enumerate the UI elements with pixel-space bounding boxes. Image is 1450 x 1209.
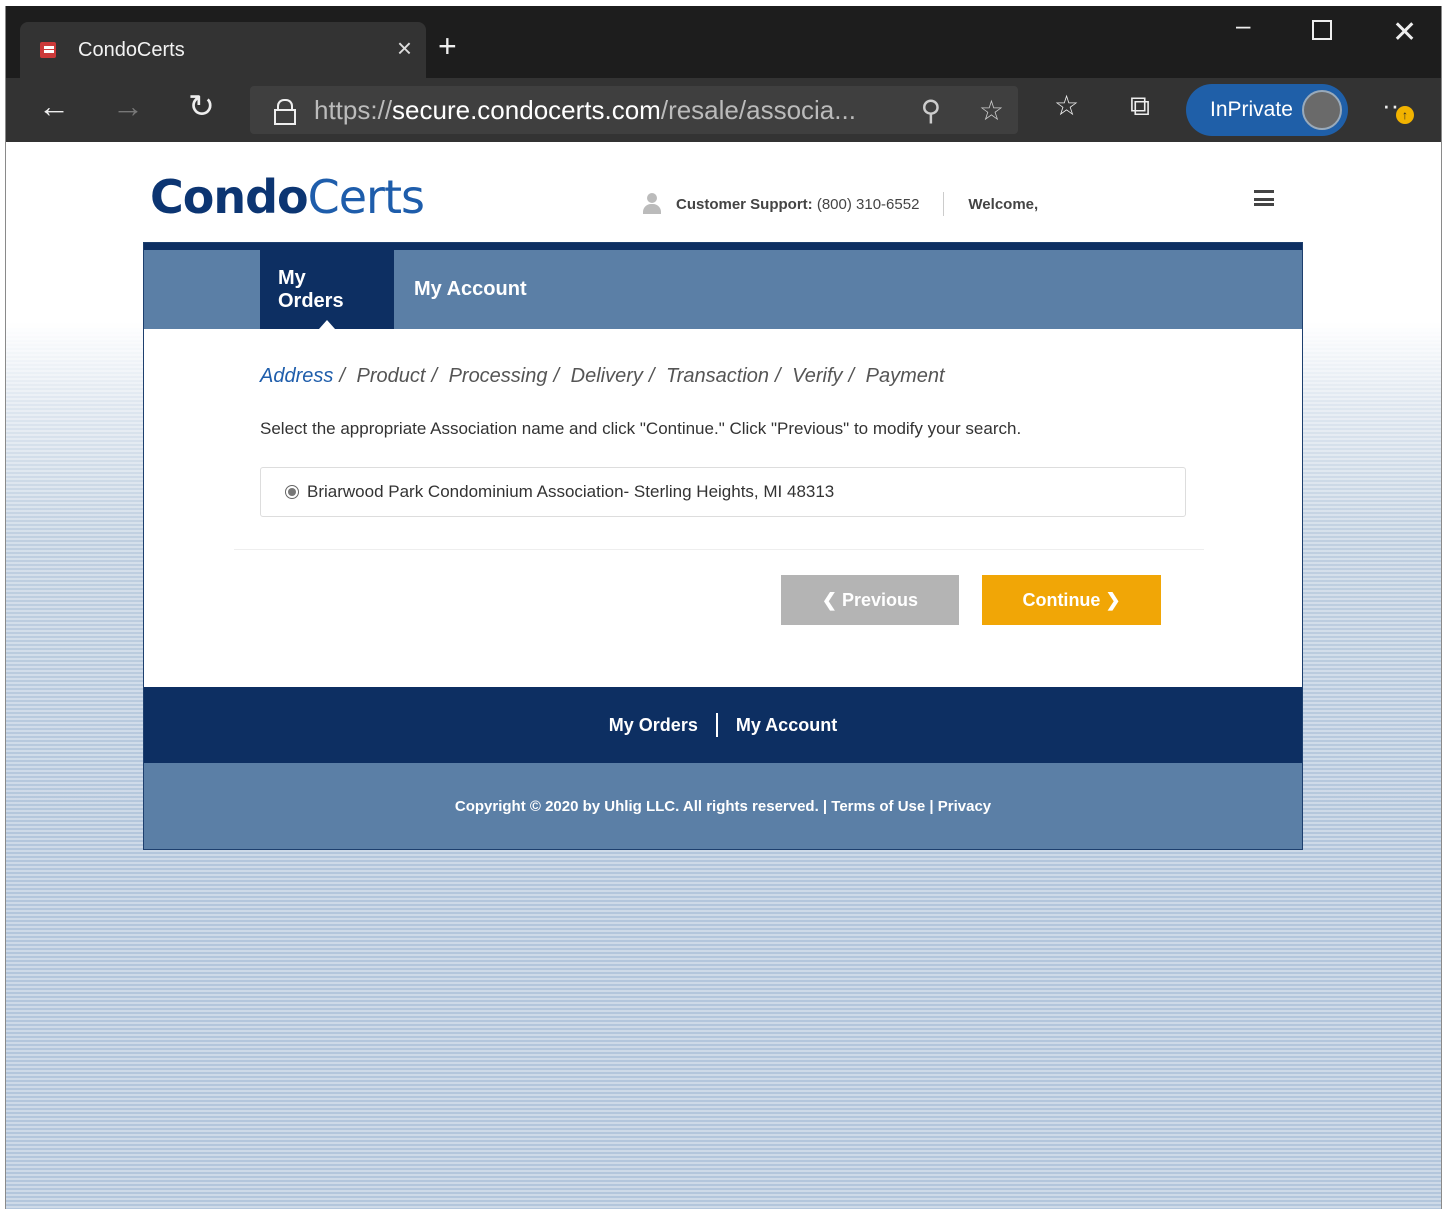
nav-my-orders[interactable]: My Orders bbox=[260, 250, 394, 329]
content-divider bbox=[234, 549, 1204, 550]
step-delivery: Delivery bbox=[570, 365, 643, 387]
inprivate-label: InPrivate bbox=[1210, 98, 1293, 121]
order-content: Address / Product / Processing / Delivery / … bbox=[144, 329, 1302, 687]
lock-icon bbox=[274, 99, 296, 125]
association-radio[interactable] bbox=[285, 485, 299, 499]
footer-divider bbox=[715, 713, 718, 737]
title-bar: CondoCerts × + – ✕ bbox=[6, 6, 1441, 78]
main-panel: My Orders My Account Address / Product / P… bbox=[143, 242, 1303, 850]
step-product: Product bbox=[356, 365, 426, 387]
order-steps-breadcrumb: Address / Product / Processing / Delivery / … bbox=[260, 365, 945, 387]
header-divider bbox=[943, 192, 945, 216]
zoom-icon[interactable]: ⚲ bbox=[921, 95, 942, 126]
footer-my-orders[interactable]: My Orders bbox=[609, 715, 698, 736]
inprivate-button[interactable]: InPrivate bbox=[1186, 84, 1348, 136]
more-menu-icon[interactable]: ·· ↑ bbox=[1382, 90, 1414, 124]
condocerts-logo[interactable]: CondoCerts bbox=[150, 170, 425, 224]
url-scheme: https:// bbox=[314, 94, 393, 125]
previous-button[interactable]: ❮ Previous bbox=[781, 575, 959, 625]
url-host: secure.condocerts.com bbox=[392, 94, 661, 125]
forward-arrow-icon[interactable]: → bbox=[112, 90, 144, 122]
new-tab-icon[interactable]: + bbox=[438, 30, 457, 62]
page-viewport: CondoCerts Customer Support: (800) 310-6… bbox=[6, 142, 1441, 1209]
step-transaction: Transaction bbox=[666, 365, 770, 387]
browser-tab[interactable]: CondoCerts × bbox=[20, 22, 426, 78]
profile-avatar-icon bbox=[1302, 90, 1342, 130]
favorite-star-icon[interactable]: ☆ bbox=[979, 95, 1004, 126]
collections-icon[interactable]: ⧉ bbox=[1130, 92, 1150, 120]
chevron-left-icon: ❮ bbox=[821, 589, 843, 610]
main-nav: My Orders My Account bbox=[144, 243, 1302, 329]
person-icon bbox=[642, 193, 662, 215]
refresh-icon[interactable]: ↻ bbox=[188, 90, 215, 122]
copyright-text: Copyright © 2020 by Uhlig LLC. All right… bbox=[144, 763, 1302, 849]
url-bar-icons: ⚲ ☆ bbox=[921, 94, 1004, 127]
hamburger-menu-icon[interactable] bbox=[1254, 190, 1274, 206]
minimize-icon[interactable]: – bbox=[1236, 12, 1250, 38]
step-payment: Payment bbox=[865, 365, 945, 387]
back-arrow-icon[interactable]: ← bbox=[38, 90, 70, 122]
association-option[interactable]: Briarwood Park Condominium Association -… bbox=[260, 467, 1186, 517]
url-path: /resale/associa... bbox=[660, 94, 856, 125]
footer-my-account[interactable]: My Account bbox=[736, 715, 837, 736]
address-bar[interactable]: https://secure.condocerts.com/resale/ass… bbox=[250, 86, 1018, 134]
instructions-text: Select the appropriate Association name … bbox=[260, 419, 1022, 438]
close-tab-icon[interactable]: × bbox=[397, 35, 412, 61]
customer-support: Customer Support: (800) 310-6552 Welcome… bbox=[642, 192, 1038, 216]
step-processing: Processing bbox=[448, 365, 548, 387]
browser-window: CondoCerts × + – ✕ ← → ↻ https://secure.… bbox=[5, 6, 1442, 1209]
footer-nav: My Orders My Account bbox=[144, 687, 1302, 763]
support-label: Customer Support: bbox=[676, 195, 813, 213]
favorites-list-icon[interactable]: ☆ bbox=[1054, 92, 1079, 120]
nav-my-account[interactable]: My Account bbox=[396, 250, 545, 329]
association-location: - Sterling Heights, MI 48313 bbox=[623, 482, 835, 501]
browser-toolbar: ← → ↻ https://secure.condocerts.com/resa… bbox=[6, 78, 1441, 142]
chevron-right-icon: ❯ bbox=[1100, 589, 1121, 610]
close-window-icon[interactable]: ✕ bbox=[1392, 18, 1417, 48]
maximize-icon[interactable] bbox=[1312, 20, 1332, 40]
support-phone: (800) 310-6552 bbox=[816, 195, 920, 213]
notification-badge-icon: ↑ bbox=[1396, 106, 1414, 124]
step-verify: Verify bbox=[792, 365, 843, 387]
condocerts-favicon-icon bbox=[38, 39, 60, 61]
site-header: CondoCerts Customer Support: (800) 310-6… bbox=[6, 142, 1441, 242]
association-name: Briarwood Park Condominium Association bbox=[307, 482, 624, 501]
welcome-text: Welcome, bbox=[968, 195, 1039, 213]
step-address[interactable]: Address bbox=[260, 365, 333, 387]
tab-title: CondoCerts bbox=[78, 38, 185, 61]
continue-button[interactable]: Continue ❯ bbox=[982, 575, 1161, 625]
